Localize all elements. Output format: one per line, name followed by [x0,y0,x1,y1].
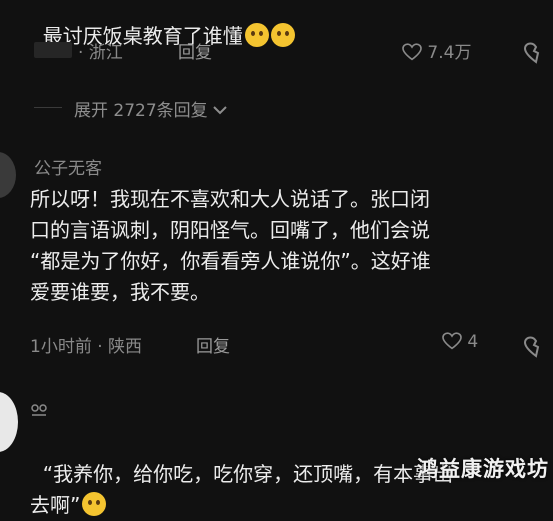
comment-meta: 1小时前 · 陕西 [30,337,143,357]
heart-icon [402,43,422,61]
expand-replies-label: 展开 2727条回复 [74,101,208,121]
broken-heart-icon [523,42,540,64]
like-count: 4 [467,332,479,352]
worried-emoji-icon [270,23,295,47]
watermark: 鸿益康游戏坊 [417,457,549,481]
username[interactable]: 公子无客 [34,154,102,179]
blurred-time [34,42,72,58]
comment-location: · 浙江 [78,43,123,63]
expand-replies-button[interactable]: 展开 2727条回复 [74,96,227,121]
reply-button[interactable]: 回复 [196,332,230,357]
username-icon [30,402,48,416]
heart-icon [442,332,462,350]
dislike-button[interactable] [520,330,553,360]
avatar[interactable] [0,152,16,198]
like-button[interactable]: 7.4万 [402,38,471,63]
crying-emoji-icon [82,492,107,516]
smile-emoji-icon [244,23,269,47]
dislike-button[interactable] [520,36,553,66]
broken-heart-icon [523,336,540,358]
comment-text: 所以呀！我现在不喜欢和大人说话了。张口闭 口的言语讽刺，阴阳怪气。回嘴了，他们会… [30,187,431,304]
chevron-down-icon [213,106,227,115]
like-count: 7.4万 [427,43,472,63]
like-button[interactable]: 4 [442,332,478,352]
avatar[interactable] [0,392,18,452]
reply-button[interactable]: 回复 [178,38,212,63]
divider-line [34,107,62,108]
comment-text: “我养你，给你吃，吃你穿，还顶嘴，有本事出 去啊” [30,462,454,517]
